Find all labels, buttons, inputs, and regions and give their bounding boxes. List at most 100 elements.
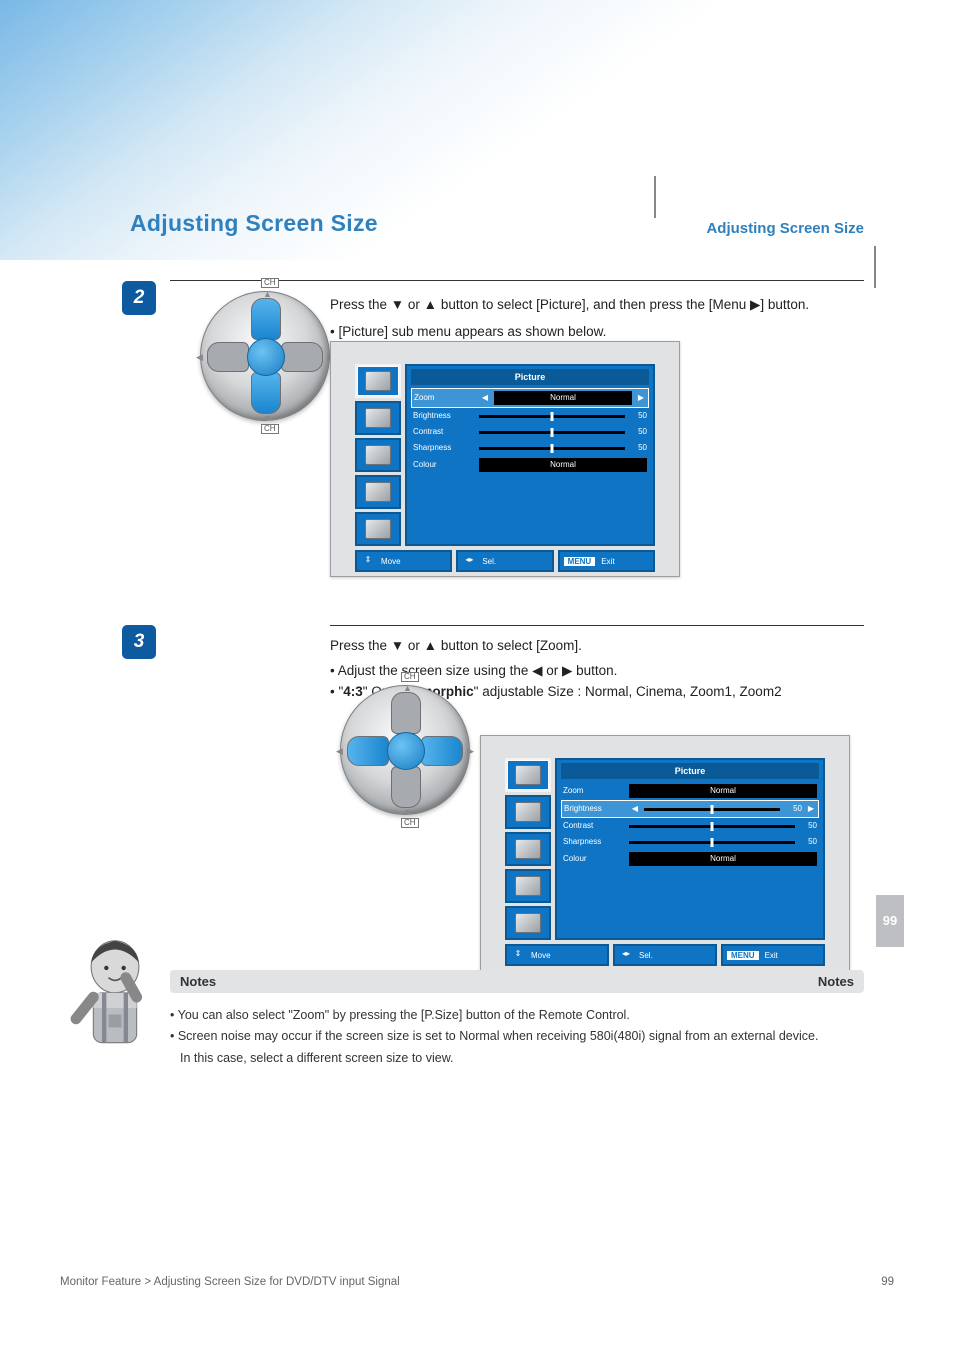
osd-sidebar-item [355, 512, 401, 546]
osd-row-brightness: Brightness ◀ 50 ▶ [561, 800, 819, 818]
menu-tag: MENU [564, 557, 596, 566]
footer-page-number: 99 [881, 1276, 894, 1288]
page-number-tag: 99 [876, 895, 904, 947]
osd-body: Picture Zoom Normal Brightness ◀ 50 ▶ Co… [555, 758, 825, 940]
notes-body: • You can also select "Zoom" by pressing… [170, 993, 864, 1069]
page-footer: Monitor Feature > Adjusting Screen Size … [60, 1276, 894, 1288]
osd-sidebar [505, 758, 551, 940]
arrow-left-icon: ◀ [630, 803, 640, 815]
osd-sidebar-item [355, 401, 401, 435]
leftright-icon: ◂▸ [619, 949, 633, 961]
osd-sidebar-item [355, 364, 401, 398]
osd-row-sharpness: Sharpness 50 [411, 440, 649, 456]
menu-tag: MENU [727, 951, 759, 960]
updown-icon: ⇕ [361, 555, 375, 567]
up-triangle-icon: ▲ [424, 297, 437, 312]
dpad-center [247, 338, 285, 376]
osd-sidebar-item [355, 475, 401, 509]
page-title-row: Adjusting Screen Size Adjusting Screen S… [130, 210, 864, 237]
arrow-right-icon: ▶ [806, 803, 816, 815]
slider [629, 825, 795, 828]
osd-row-zoom: Zoom Normal [561, 782, 819, 800]
osd-sidebar-item [505, 906, 551, 940]
leftright-icon: ◂▸ [462, 555, 476, 567]
down-triangle-icon: ▼ [391, 638, 404, 653]
osd-row-contrast: Contrast 50 [561, 818, 819, 834]
osd-title: Picture [561, 763, 819, 779]
osd-row-zoom: Zoom ◀ Normal ▶ [411, 388, 649, 408]
osd-footer: ⇕Move ◂▸Sel. MENUExit [355, 550, 655, 572]
osd-sidebar-item [355, 438, 401, 472]
picture-icon [365, 371, 391, 391]
slider [479, 431, 625, 434]
osd-footer: ⇕Move ◂▸Sel. MENUExit [505, 944, 825, 966]
osd-row-sharpness: Sharpness 50 [561, 834, 819, 850]
osd-title: Picture [411, 369, 649, 385]
dpad-down [391, 766, 421, 808]
dpad-vertical: CH CH ▲ ▼ ◀ ▶ [200, 291, 330, 421]
dpad-down [251, 372, 281, 414]
dpad-up [251, 298, 281, 340]
dpad-label-bottom: CH [401, 818, 419, 828]
page-subtitle: Adjusting Screen Size [706, 220, 864, 237]
osd-body: Picture Zoom ◀ Normal ▶ Brightness 50 Co… [405, 364, 655, 546]
notes-section: Notes Notes • You can also select "Zoom"… [170, 970, 864, 1069]
notes-label-right: Notes [818, 974, 854, 989]
step-3: 3 Press the ▼ or ▲ button to select [Zoo… [170, 625, 864, 703]
screen-icon [365, 445, 391, 465]
osd-sidebar [355, 364, 401, 546]
broadcast-icon [365, 519, 391, 539]
dpad-left [347, 736, 389, 766]
slider [479, 415, 625, 418]
dpad-label-top: CH [261, 278, 279, 288]
osd-sidebar-item [505, 869, 551, 903]
notes-header: Notes Notes [170, 970, 864, 993]
osd-screenshot-2: Picture Zoom Normal Brightness ◀ 50 ▶ Co… [480, 735, 850, 971]
screen-icon [515, 839, 541, 859]
dpad-left [207, 342, 249, 372]
slider [644, 808, 780, 811]
arrow-right-icon: ▶ [467, 746, 474, 757]
dpad-right [421, 736, 463, 766]
osd-screenshot-1: Picture Zoom ◀ Normal ▶ Brightness 50 Co… [330, 341, 680, 577]
notes-label-left: Notes [180, 974, 216, 989]
step-3-text: Press the ▼ or ▲ button to select [Zoom]… [170, 626, 864, 703]
step-number: 3 [122, 625, 156, 659]
dpad-label-bottom: CH [261, 424, 279, 434]
dpad-label-top: CH [401, 672, 419, 682]
osd-row-colour: Colour Normal [411, 456, 649, 474]
osd-row-colour: Colour Normal [561, 850, 819, 868]
kid-illustration [60, 930, 170, 1060]
sound-icon [515, 802, 541, 822]
decorative-dandelion [570, 10, 740, 180]
osd-sidebar-item [505, 758, 551, 792]
osd-row-brightness: Brightness 50 [411, 408, 649, 424]
down-triangle-icon: ▼ [391, 297, 404, 312]
slider [479, 447, 625, 450]
arrow-down-icon: ▼ [403, 807, 412, 817]
setup-icon [365, 482, 391, 502]
dpad-right [281, 342, 323, 372]
slider [629, 841, 795, 844]
footer-breadcrumb: Monitor Feature > Adjusting Screen Size … [60, 1276, 400, 1288]
osd-sidebar-item [505, 795, 551, 829]
page-title: Adjusting Screen Size [130, 210, 378, 237]
step-2: 2 CH CH ▲ ▼ ◀ ▶ Press the ▼ or ▲ button … [170, 280, 864, 343]
osd-row-contrast: Contrast 50 [411, 424, 649, 440]
step-number: 2 [122, 281, 156, 315]
osd-sidebar-item [505, 832, 551, 866]
dpad-center [387, 732, 425, 770]
arrow-right-icon: ▶ [636, 392, 646, 404]
arrow-left-icon: ◀ [480, 392, 490, 404]
arrow-left-icon: ◀ [336, 746, 343, 757]
setup-icon [515, 876, 541, 896]
picture-icon [515, 765, 541, 785]
dpad-horizontal: CH CH ▲ ▼ ◀ ▶ [340, 685, 470, 815]
up-triangle-icon: ▲ [424, 638, 437, 653]
updown-icon: ⇕ [511, 949, 525, 961]
sound-icon [365, 408, 391, 428]
arrow-left-icon: ◀ [196, 352, 203, 363]
broadcast-icon [515, 913, 541, 933]
dpad-up [391, 692, 421, 734]
arrow-down-icon: ▼ [263, 413, 272, 423]
